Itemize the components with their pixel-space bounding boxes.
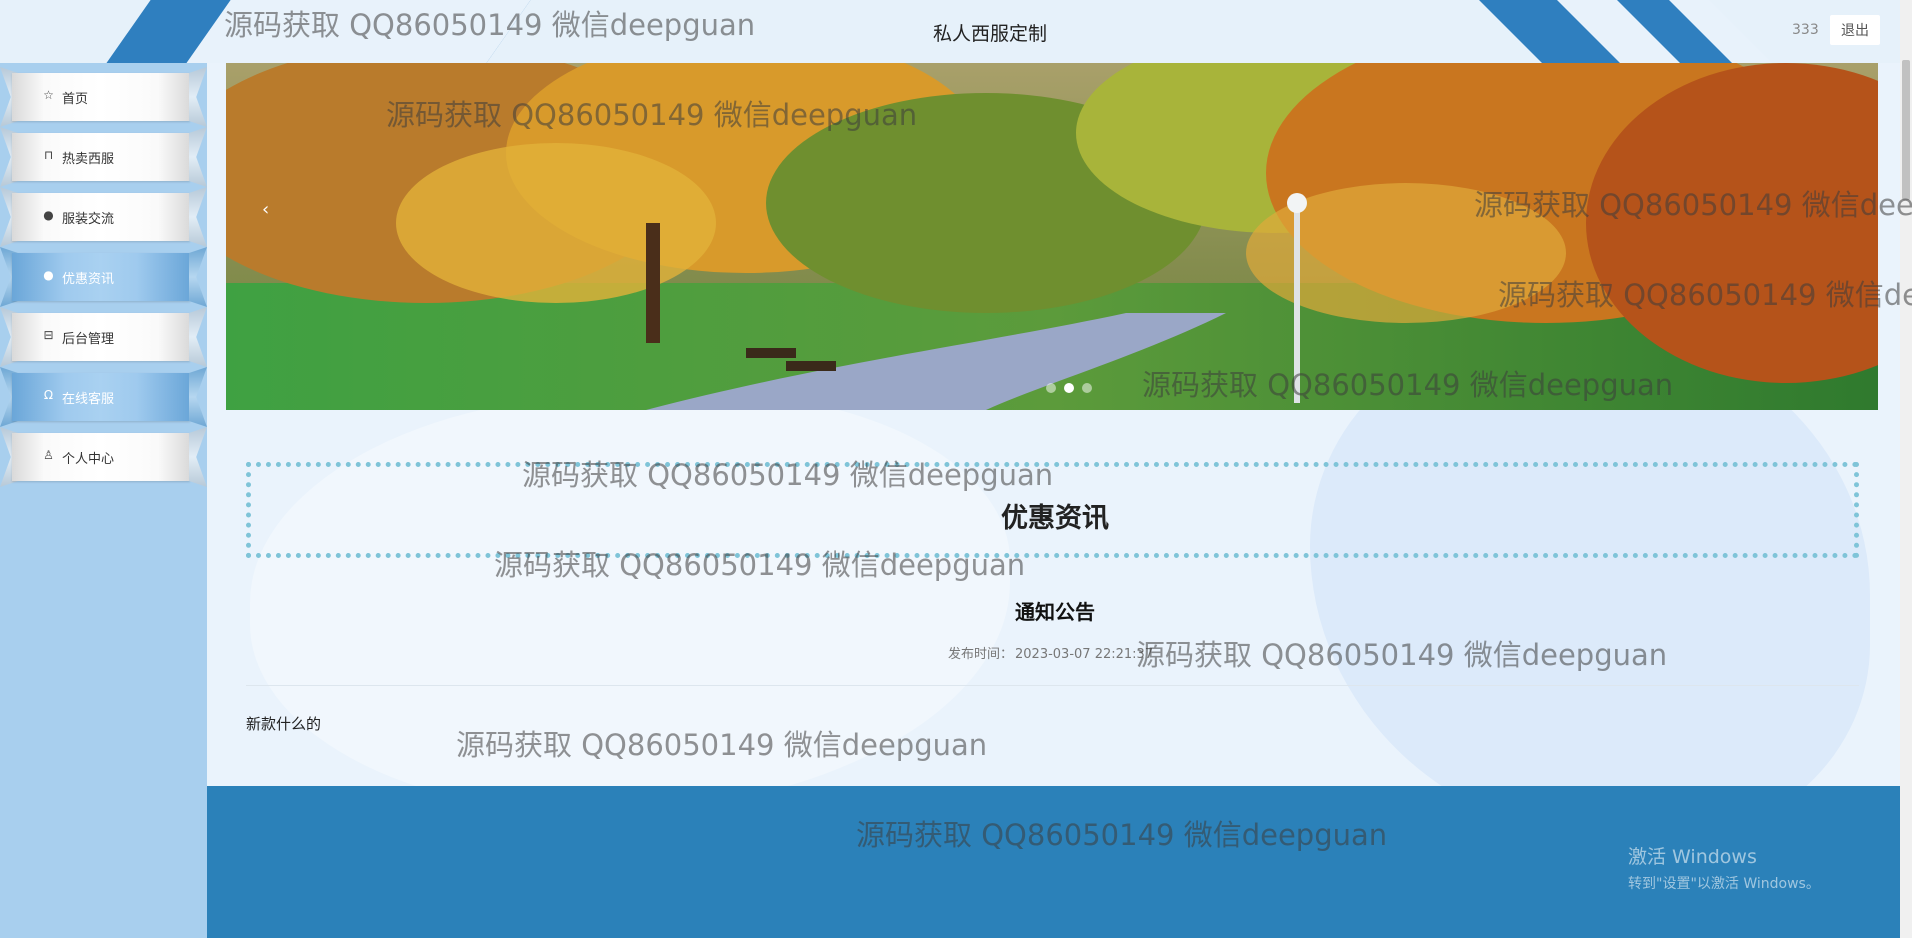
publish-time-label: 发布时间： [948,647,1014,662]
sidebar-item-label: 后台管理 [62,332,115,347]
main-content: ‹ 优惠资讯 通知公告 发布时间： 2023-03-07 22:21:37 新款什… [210,63,1900,786]
news-title: 通知公告 [1015,600,1095,624]
sidebar-item-admin[interactable]: ⊟ 后台管理 [0,307,207,367]
menu-wing [189,367,207,427]
sidebar: ☆ 首页 ⊓ 热卖西服 ● 服装交流 ● 优惠资讯 ⊟ 后台管理 Ω 在线客服 [0,63,210,938]
top-header: 私人西服定制 333 退出 [0,0,1912,63]
circle-icon: ● [43,268,54,282]
news-publish-time: 发布时间： 2023-03-07 22:21:37 [948,643,1153,662]
sidebar-item-label: 首页 [62,92,89,107]
banner-image [226,63,1878,410]
sidebar-item-label: 个人中心 [62,452,115,467]
publish-time-value: 2023-03-07 22:21:37 [1015,647,1154,662]
sidebar-item-promotions[interactable]: ● 优惠资讯 [0,247,207,307]
menu-wing [189,67,207,127]
carousel-dot[interactable] [1082,383,1092,393]
sidebar-item-label: 热卖西服 [62,152,115,167]
user-icon: ♙ [43,448,54,462]
menu-plate [12,73,190,121]
menu-wing [189,427,207,487]
carousel-dot[interactable] [1046,383,1056,393]
sidebar-item-home[interactable]: ☆ 首页 [0,67,207,127]
headset-icon: Ω [43,388,54,402]
scrollbar-thumb[interactable] [1902,60,1910,200]
menu-wing [189,127,207,187]
sidebar-item-customer-service[interactable]: Ω 在线客服 [0,367,207,427]
bag-icon: ⊓ [43,148,54,162]
username-label: 333 [1792,22,1819,38]
divider [246,685,1859,686]
news-body: 新款什么的 [246,715,322,733]
menu-wing [189,307,207,367]
menu-wing [189,247,207,307]
sidebar-item-forum[interactable]: ● 服装交流 [0,187,207,247]
briefcase-icon: ⊟ [43,328,54,342]
os-watermark-line2: 转到"设置"以激活 Windows。 [1628,876,1820,892]
chevron-left-icon[interactable]: ‹ [262,199,269,220]
background-blob [250,393,1010,786]
info-icon: ● [43,208,54,222]
sidebar-item-label: 优惠资讯 [62,272,115,287]
sidebar-item-label: 在线客服 [62,392,115,407]
logout-button[interactable]: 退出 [1830,15,1880,45]
carousel-dot[interactable] [1064,383,1074,393]
os-watermark-line1: 激活 Windows [1628,846,1757,868]
section-title: 优惠资讯 [1001,503,1109,534]
site-title: 私人西服定制 [932,23,1047,45]
banner-carousel[interactable]: ‹ [226,63,1878,410]
sidebar-item-profile[interactable]: ♙ 个人中心 [0,427,207,487]
star-icon: ☆ [43,88,54,102]
menu-wing [189,187,207,247]
os-activation-watermark: 激活 Windows 转到"设置"以激活 Windows。 [1628,842,1820,893]
sidebar-item-hot-suits[interactable]: ⊓ 热卖西服 [0,127,207,187]
sidebar-item-label: 服装交流 [62,212,115,227]
